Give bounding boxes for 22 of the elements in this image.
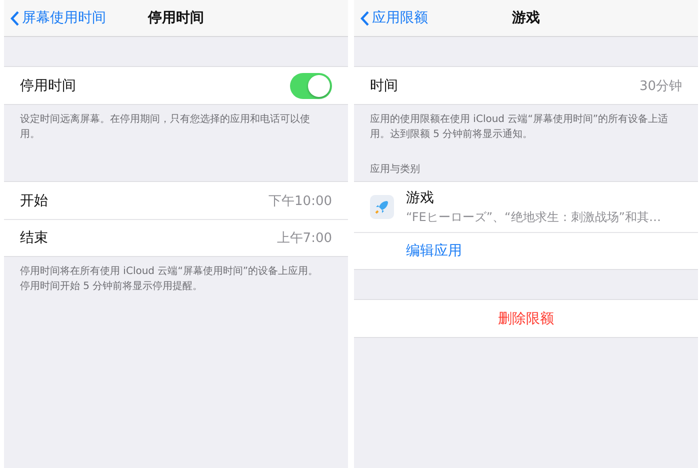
row-label: 结束 [20, 229, 49, 247]
back-chevron-icon [10, 10, 19, 26]
row-label: 停用时间 [20, 76, 77, 94]
row-value: 30分钟 [639, 78, 682, 94]
app-list: “FEヒーローズ”、“绝地求生：刺激战场”和其… [406, 208, 661, 226]
section-footer: 设定时间远离屏幕。在停用期间，只有您选择的应用和电话可以使用。 [4, 105, 348, 152]
rocket-icon [370, 195, 394, 219]
back-button[interactable]: 屏幕使用时间 [10, 9, 106, 27]
row-value: 上午7:00 [276, 230, 332, 247]
app-name: 游戏 [406, 188, 435, 206]
back-button[interactable]: 应用限额 [360, 9, 428, 27]
row-label: 开始 [20, 192, 49, 210]
nav-title: 游戏 [512, 9, 540, 27]
toggle-switch[interactable] [290, 72, 332, 98]
section-footer: 应用的使用限额在使用 iCloud 云端“屏幕使用时间”的所有设备上适用。达到限额 5 分钟前将显示通知。 [354, 105, 698, 152]
row-label: 时间 [370, 76, 399, 94]
section-footer: 停用时间将在所有使用 iCloud 云端“屏幕使用时间”的设备上应用。停用时间开始 5 分钟前将显示停用提醒。 [4, 257, 348, 304]
back-chevron-icon [360, 10, 369, 26]
nav-title: 停用时间 [148, 9, 204, 27]
row-value: 下午10:00 [268, 192, 332, 210]
edit-apps-link[interactable]: 编辑应用 [370, 242, 462, 260]
section-header: 应用与类别 [369, 162, 421, 177]
